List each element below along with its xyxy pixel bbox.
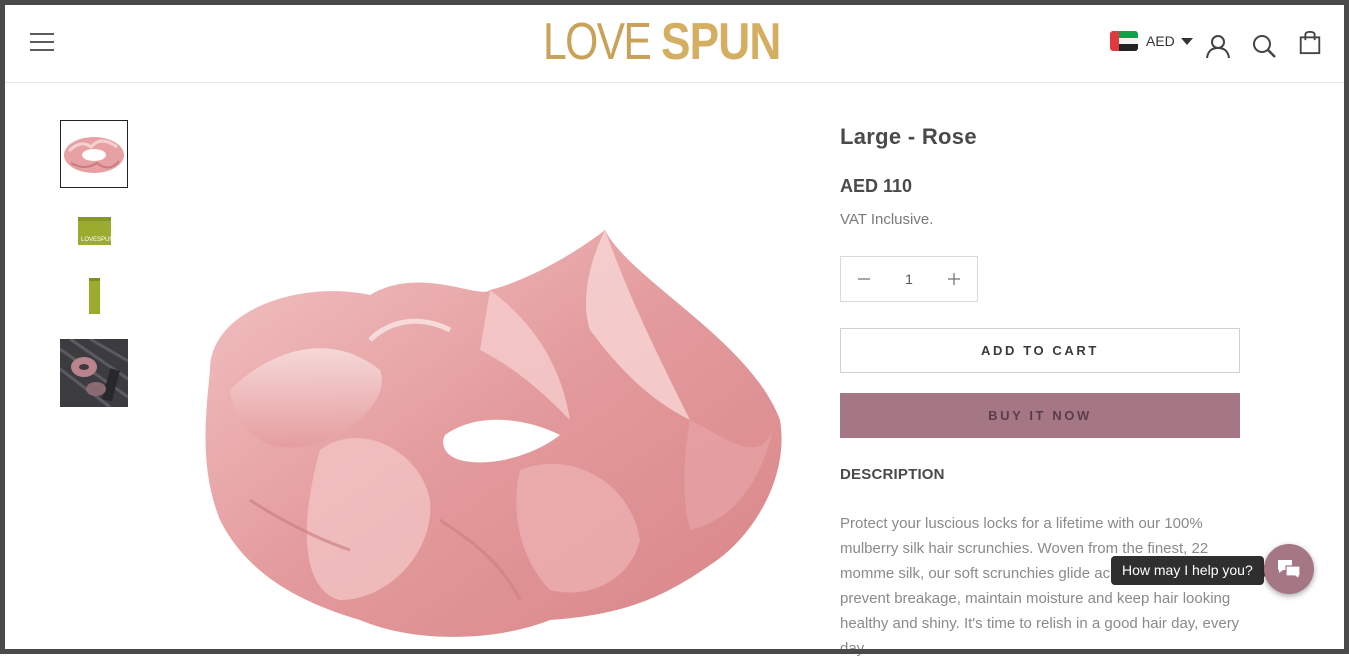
currency-selector[interactable]: AED bbox=[1110, 31, 1193, 51]
vat-note: VAT Inclusive. bbox=[840, 211, 934, 228]
logo-text-love: LOVE bbox=[543, 13, 652, 71]
thumbnail-scrunchie-rose[interactable] bbox=[60, 120, 128, 188]
decrease-quantity-button[interactable] bbox=[841, 257, 887, 301]
product-price: AED 110 bbox=[840, 176, 913, 196]
description-heading: DESCRIPTION bbox=[840, 466, 945, 483]
increase-quantity-button[interactable] bbox=[931, 257, 977, 301]
search-icon[interactable] bbox=[1251, 33, 1277, 59]
currency-code: AED bbox=[1146, 33, 1175, 49]
cart-icon[interactable] bbox=[1297, 29, 1323, 55]
account-icon[interactable] bbox=[1205, 33, 1231, 59]
menu-icon[interactable] bbox=[30, 33, 54, 51]
product-title: Large - Rose bbox=[840, 124, 977, 149]
quantity-stepper: 1 bbox=[840, 256, 978, 302]
add-to-cart-button[interactable]: ADD TO CART bbox=[840, 328, 1240, 373]
chat-button[interactable] bbox=[1264, 544, 1314, 594]
chat-tooltip: How may I help you? bbox=[1111, 556, 1270, 585]
plus-icon bbox=[948, 273, 960, 285]
description-text: Protect your luscious locks for a lifeti… bbox=[840, 515, 1240, 657]
chat-bubbles-icon bbox=[1278, 560, 1301, 580]
thumbnail-lifestyle[interactable] bbox=[59, 337, 129, 409]
svg-text:LOVESPUN: LOVESPUN bbox=[81, 237, 114, 243]
site-header: LOVE SPUN AED bbox=[5, 5, 1344, 83]
quantity-input[interactable]: 1 bbox=[887, 271, 931, 287]
minus-icon bbox=[858, 278, 870, 280]
logo-text-spun: SPUN bbox=[661, 13, 781, 71]
site-logo[interactable]: LOVE SPUN bbox=[543, 13, 801, 71]
uae-flag-icon bbox=[1110, 31, 1138, 51]
buy-it-now-button[interactable]: BUY IT NOW bbox=[840, 393, 1240, 438]
product-main-image bbox=[205, 230, 782, 637]
thumbnail-green-sleeve[interactable] bbox=[60, 262, 128, 330]
chevron-down-icon bbox=[1180, 37, 1193, 45]
thumbnail-green-box[interactable]: LOVESPUN bbox=[60, 198, 128, 266]
